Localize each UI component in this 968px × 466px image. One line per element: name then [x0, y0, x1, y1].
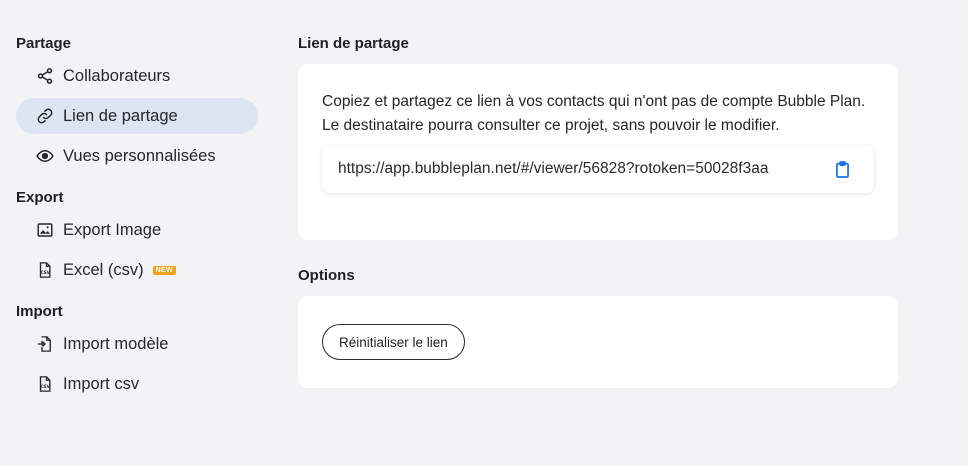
sidebar-item-label: Lien de partage [63, 106, 178, 125]
svg-text:CSV: CSV [41, 384, 51, 389]
csv-file-icon: CSV [35, 260, 55, 280]
sidebar-item-vues-personnalisees[interactable]: Vues personnalisées [16, 138, 258, 174]
file-import-icon [35, 334, 55, 354]
eye-icon [35, 146, 55, 166]
link-icon [35, 106, 55, 126]
sidebar-item-label: Import csv [63, 374, 140, 393]
sidebar-item-label: Export Image [63, 220, 162, 239]
image-icon [35, 220, 55, 240]
sidebar-item-lien-de-partage[interactable]: Lien de partage [16, 98, 258, 134]
main-content: Lien de partage Copiez et partagez ce li… [298, 34, 898, 388]
csv-file-icon: CSV [35, 374, 55, 394]
sidebar-item-import-csv[interactable]: CSV Import csv [16, 366, 258, 402]
clipboard-icon[interactable] [832, 159, 852, 179]
settings-sidebar: Partage Collaborateurs Lien de partage V… [16, 34, 258, 402]
sidebar-item-import-modele[interactable]: Import modèle [16, 326, 258, 362]
new-badge: NEW [152, 265, 176, 275]
share-link-title: Lien de partage [298, 35, 409, 52]
sidebar-item-label: Collaborateurs [63, 66, 171, 85]
sidebar-item-collaborateurs[interactable]: Collaborateurs [16, 58, 258, 94]
section-title-import: Import [16, 303, 63, 320]
section-title-export: Export [16, 189, 64, 206]
share-icon [35, 66, 55, 86]
sidebar-item-label: Import modèle [63, 334, 169, 353]
sidebar-item-label: Vues personnalisées [63, 146, 216, 165]
sidebar-item-export-image[interactable]: Export Image [16, 212, 258, 248]
share-link-card: Copiez et partagez ce lien à vos contact… [298, 64, 898, 240]
reset-link-button[interactable]: Réinitialiser le lien [322, 324, 465, 360]
svg-text:CSV: CSV [41, 270, 51, 275]
sidebar-item-label: Excel (csv) [63, 260, 144, 279]
options-card: Réinitialiser le lien [298, 296, 898, 388]
share-description: Copiez et partagez ce lien à vos contact… [322, 93, 866, 134]
section-title-partage: Partage [16, 35, 72, 52]
options-title: Options [298, 267, 355, 284]
share-link-url[interactable]: https://app.bubbleplan.net/#/viewer/5682… [338, 160, 816, 178]
share-link-field[interactable]: https://app.bubbleplan.net/#/viewer/5682… [322, 145, 874, 193]
sidebar-item-excel-csv[interactable]: CSV Excel (csv) NEW [16, 252, 258, 288]
